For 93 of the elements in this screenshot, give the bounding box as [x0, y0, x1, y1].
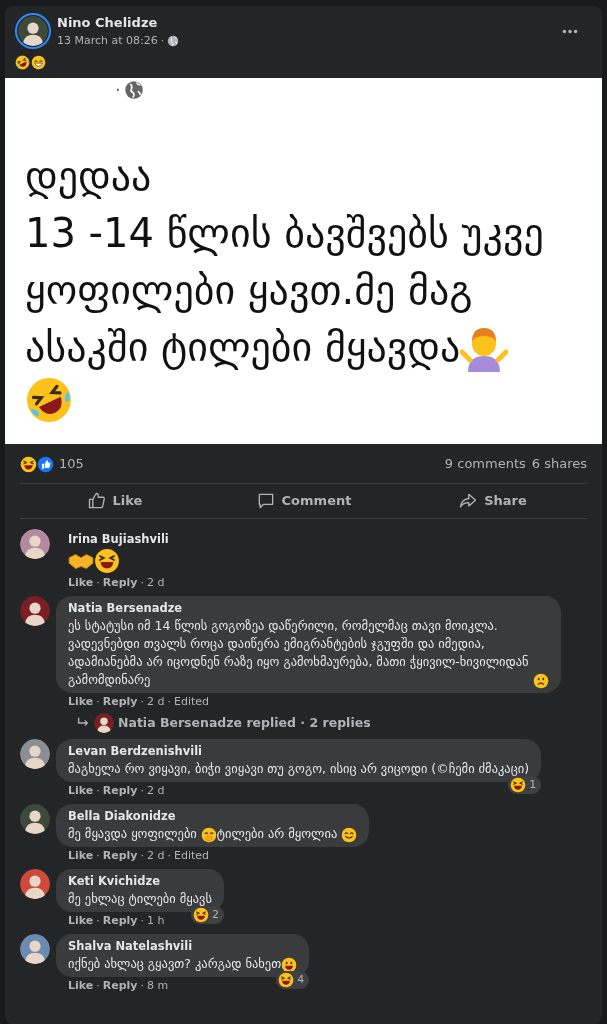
comment-time[interactable]: 2 d [147, 784, 165, 798]
image-text-line: 13 -14 წლის ბავშვებს უკვე [25, 209, 544, 258]
separator-dot: · [96, 695, 100, 709]
comment-time[interactable]: 8 m [147, 979, 169, 993]
separator-dot: · [140, 849, 144, 863]
comment-text: ეს სტატუსი იმ 14 წლის გოგოზეა დაწერილი, რომელმაც თავი მოიკლა. ვადევნებდი თვალს როცა დაიწერა ემიგრანტების ჯგუფში და იმედია, ადამიანებმა არ იცოდნენ რაზე იყო გამოხმაურება, მათი ჭყივილ-ხივილიდან გამომდინარე [68, 617, 530, 689]
post-image[interactable]: · დედაა 13 -14 წლის ბავშვებს უკვე ყოფილები ყავთ.მე მაგ ასაკში ტილები მყავდა [5, 78, 602, 444]
reply-link[interactable]: Reply [102, 576, 138, 590]
separator-dot: · [96, 979, 100, 993]
like-link[interactable]: Like [68, 849, 94, 863]
comment-text: ტილები არ მყოლია [216, 825, 339, 843]
separator-dot: · [96, 784, 100, 798]
separator-dot: · [140, 979, 144, 993]
separator-dot: · [96, 576, 100, 590]
separator-dot: · [160, 32, 165, 49]
separator-dot: · [96, 914, 100, 928]
grinning-face-icon [31, 55, 46, 70]
post-time[interactable]: 13 March at 08:26 [57, 32, 158, 49]
laughing-face-icon [510, 776, 527, 793]
face-with-hand-icon [200, 827, 217, 843]
like-link[interactable]: Like [68, 576, 94, 590]
separator-dot: · [140, 695, 144, 709]
reply-link[interactable]: Reply [102, 914, 138, 928]
comment-time[interactable]: 2 d [147, 576, 165, 590]
share-arrow-icon [458, 491, 479, 511]
separator-dot: · [167, 849, 171, 863]
laughing-face-icon [20, 455, 37, 473]
commenter-name[interactable]: Keti Kvichidze [68, 873, 212, 889]
comments-count[interactable]: 9 comments [444, 454, 526, 474]
commenter-name[interactable]: Bella Diakonidze [68, 808, 358, 824]
separator-dot: · [140, 914, 144, 928]
reply-link[interactable]: Reply [102, 979, 138, 993]
reply-link[interactable]: Reply [102, 849, 138, 863]
comment-text: მე ეხლაც ტილები მყავს [68, 890, 212, 908]
more-options-icon[interactable] [562, 28, 578, 34]
author-name[interactable]: Nino Chelidze [57, 13, 180, 33]
comment-text: მე მყავდა ყოფილები [68, 825, 198, 843]
avatar[interactable] [94, 713, 114, 733]
comment-time[interactable]: 1 h [147, 914, 165, 928]
comment-text: მაგხელა რო ვიყავი, ბიჭი ვიყავი თუ გოგო, ისიც არ ვიცოდი (©ჩემი ძმაკაცი) [68, 760, 530, 778]
frowning-face-icon [533, 673, 549, 689]
edited-label: Edited [174, 849, 210, 863]
commenter-name[interactable]: Shalva Natelashvili [68, 938, 298, 954]
thumbs-up-icon [37, 455, 54, 473]
comment-text: იქნებ ახლაც გყავთ? კარგად ნახეთ [68, 955, 282, 973]
separator-dot: · [96, 849, 100, 863]
avatar[interactable] [20, 934, 50, 964]
separator-dot: · [167, 695, 171, 709]
avatar[interactable] [20, 596, 50, 626]
commenter-name[interactable]: Irina Bujiashvili [68, 531, 169, 547]
laughing-face-icon [278, 971, 295, 988]
laughing-face-icon [25, 376, 73, 424]
avatar[interactable] [18, 16, 48, 46]
laughing-face-icon [94, 548, 120, 574]
avatar[interactable] [20, 869, 50, 899]
reaction-badge[interactable]: 1 [508, 775, 542, 794]
separator-dot: · [140, 784, 144, 798]
like-link[interactable]: Like [68, 695, 94, 709]
avatar[interactable] [20, 804, 50, 834]
share-button[interactable]: Share [398, 484, 587, 518]
thumbs-up-icon [86, 491, 107, 511]
avatar[interactable] [20, 529, 50, 559]
shares-count[interactable]: 6 shares [531, 454, 587, 474]
reaction-count: 1 [529, 776, 537, 793]
image-text-line: ასაკში ტილები მყავდა [25, 323, 461, 372]
separator-dot: · [140, 576, 144, 590]
like-link[interactable]: Like [68, 979, 94, 993]
comment-button[interactable]: Comment [209, 484, 398, 518]
separator-dot: · [115, 80, 121, 100]
reply-link[interactable]: Reply [102, 695, 138, 709]
smiling-face-icon [341, 827, 358, 843]
edited-label: Edited [174, 695, 210, 709]
image-text-line: დედაა [25, 152, 152, 201]
globe-icon [123, 80, 144, 100]
image-text-line: ყოფილები ყავთ.მე მაგ [25, 266, 473, 315]
globe-icon [167, 34, 180, 47]
like-link[interactable]: Like [68, 914, 94, 928]
reply-link[interactable]: Reply [102, 784, 138, 798]
avatar[interactable] [20, 739, 50, 769]
reaction-count: 4 [297, 971, 305, 988]
reaction-badge[interactable]: 2 [191, 905, 224, 924]
like-button[interactable]: Like [20, 484, 209, 518]
laughing-face-icon [15, 55, 30, 70]
comment-time[interactable]: 2 d [147, 695, 165, 709]
reaction-count: 2 [212, 906, 219, 923]
comment-time[interactable]: 2 d [147, 849, 165, 863]
reaction-count[interactable]: 105 [59, 454, 84, 474]
replies-link[interactable]: Natia Bersenadze replied · 2 replies [118, 713, 371, 733]
commenter-name[interactable]: Natia Bersenadze [68, 600, 549, 616]
laughing-face-icon [193, 906, 209, 923]
grinning-face-icon [281, 957, 298, 973]
commenter-name[interactable]: Levan Berdzenishvili [68, 743, 530, 759]
like-link[interactable]: Like [68, 784, 94, 798]
